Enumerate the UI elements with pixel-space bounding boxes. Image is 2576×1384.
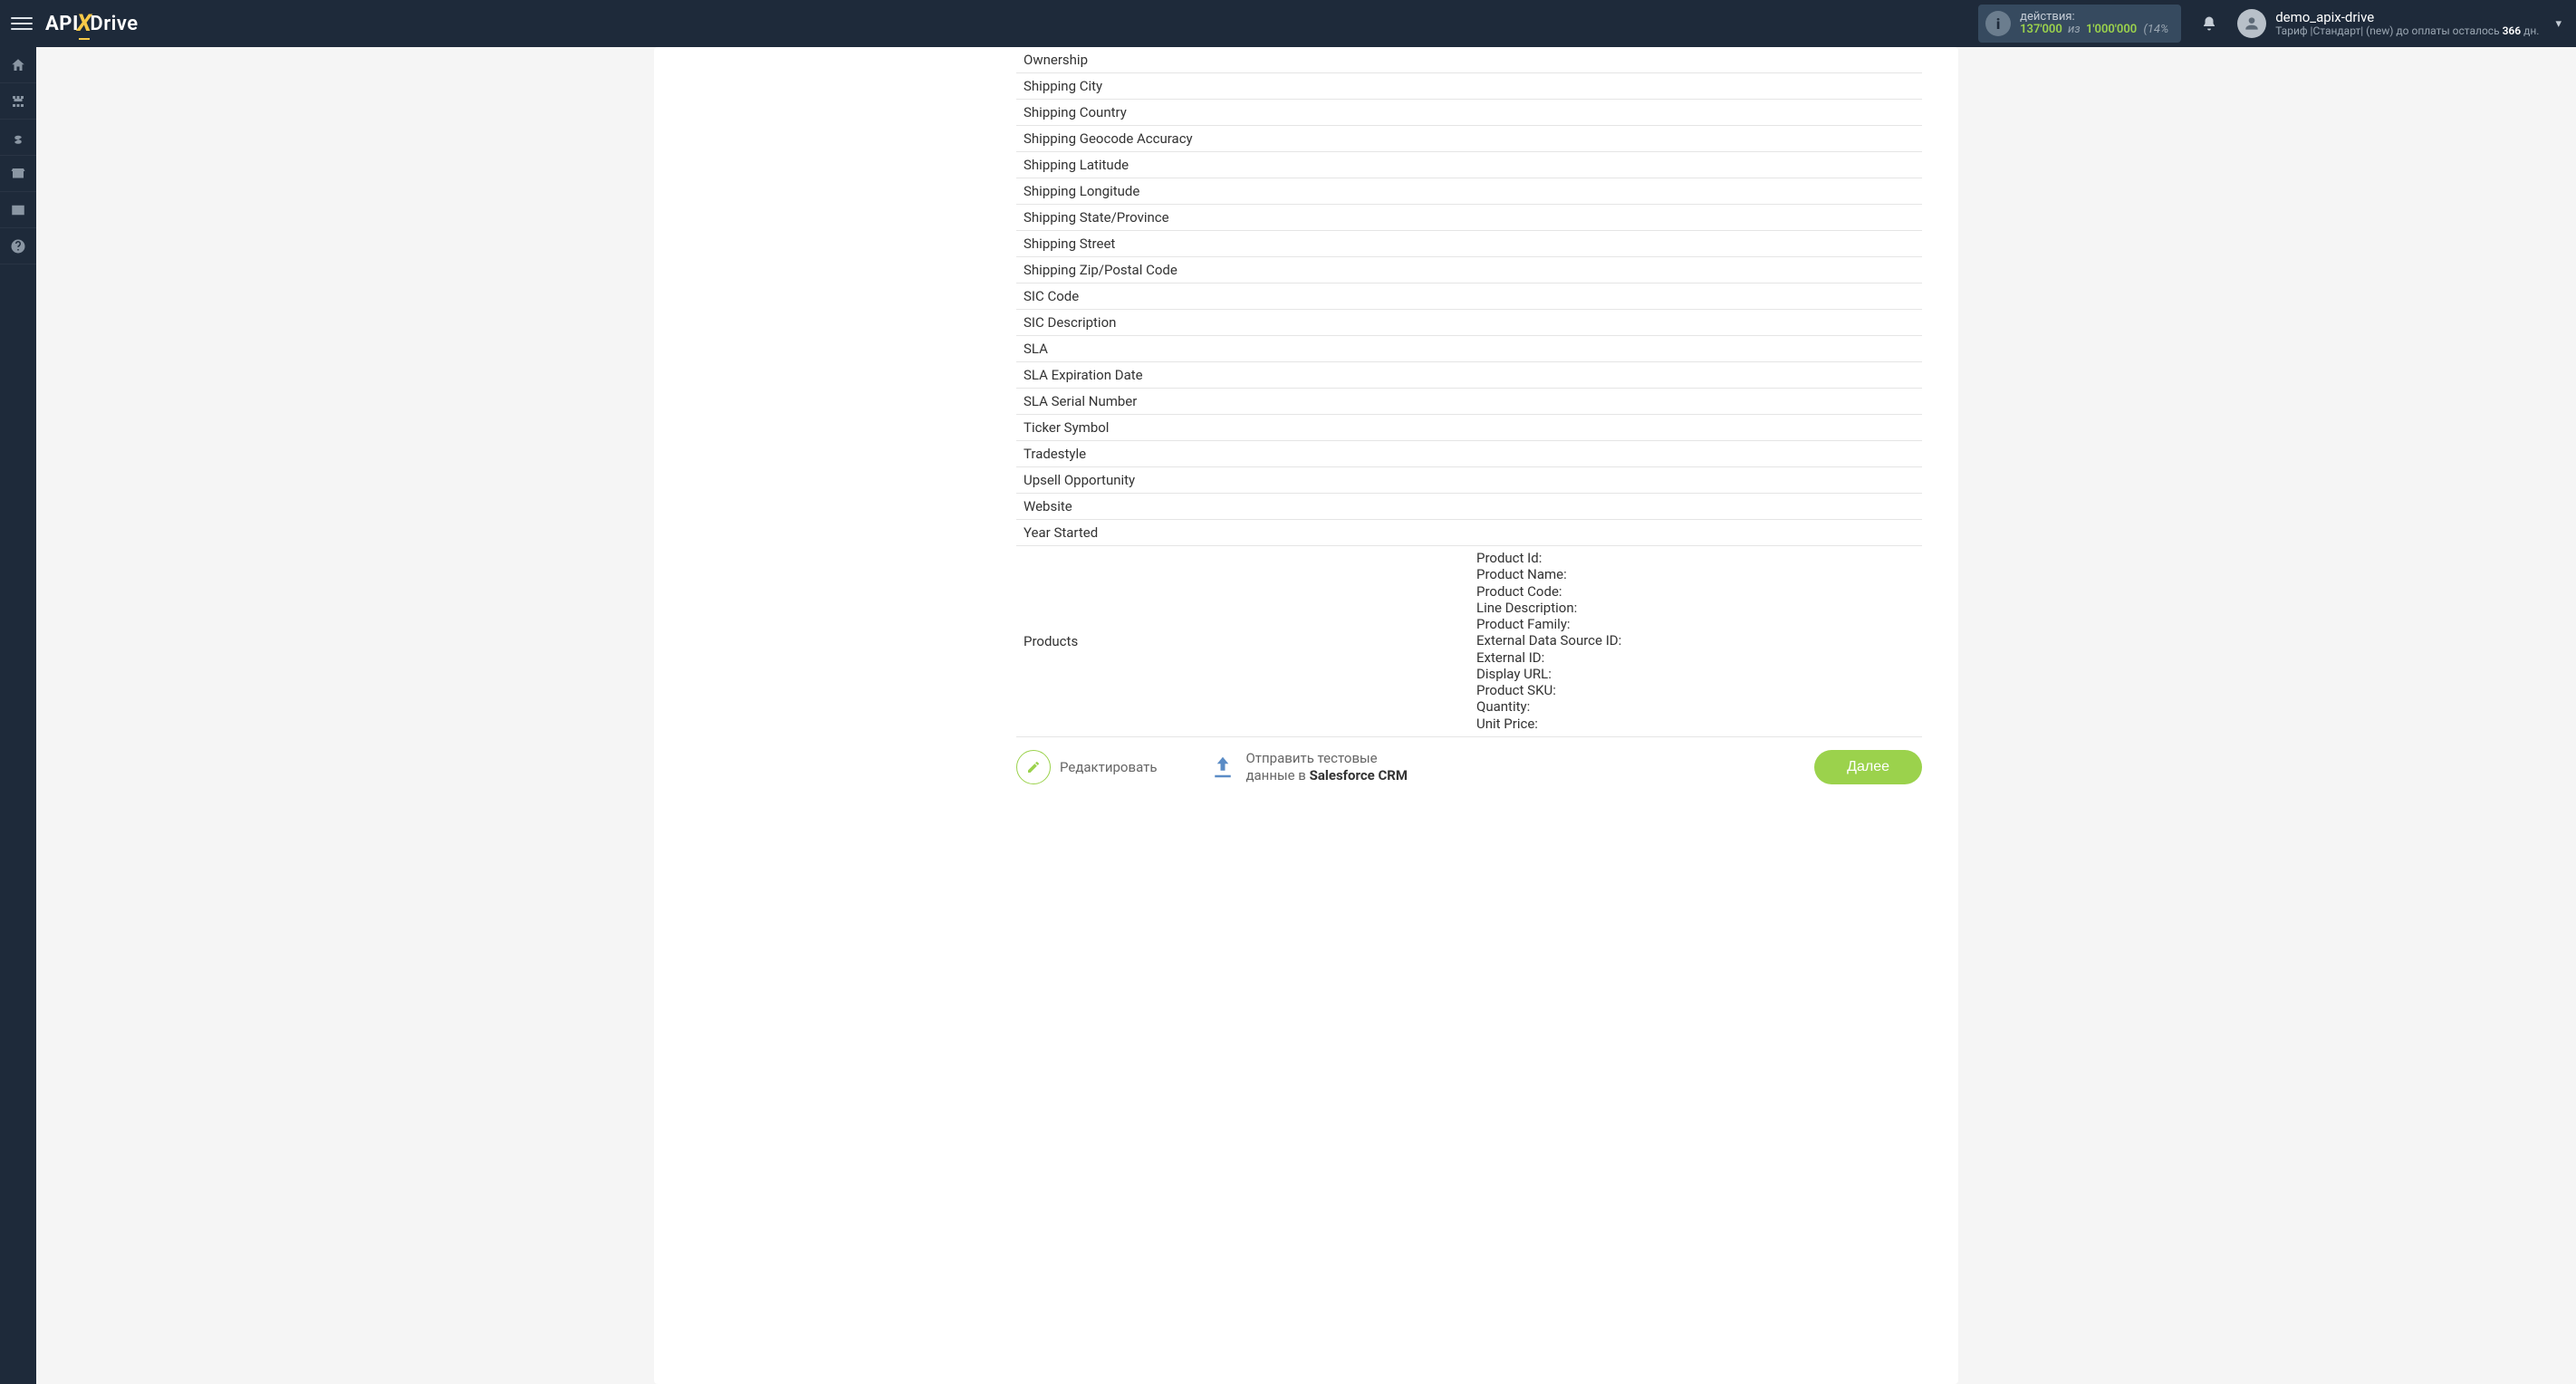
actions-label: действия: bbox=[2020, 11, 2168, 24]
field-row: Shipping Zip/Postal Code bbox=[1016, 257, 1922, 284]
product-line: Product Name: bbox=[1476, 567, 1915, 582]
footer-bar: Редактировать Отправить тестовые данные … bbox=[1016, 737, 1922, 784]
sidebar-item-help[interactable] bbox=[0, 228, 36, 264]
field-label: SLA Expiration Date bbox=[1016, 367, 1469, 383]
field-row-products: ProductsProduct Id:Product Name:Product … bbox=[1016, 546, 1922, 737]
field-row: Shipping Latitude bbox=[1016, 152, 1922, 178]
product-line: Display URL: bbox=[1476, 667, 1915, 682]
field-label: Shipping Country bbox=[1016, 104, 1469, 120]
user-menu[interactable]: demo_apix-drive Тариф |Стандарт| (new) д… bbox=[2237, 9, 2539, 38]
product-line: Product Code: bbox=[1476, 584, 1915, 600]
field-label: Products bbox=[1016, 633, 1469, 649]
field-row: Shipping City bbox=[1016, 73, 1922, 100]
field-label: SLA bbox=[1016, 341, 1469, 357]
main-content: Ownership Shipping City Shipping Country Sh… bbox=[36, 47, 2576, 1384]
field-row: SLA bbox=[1016, 336, 1922, 362]
sidebar-item-home[interactable] bbox=[0, 47, 36, 83]
field-row: Year Started bbox=[1016, 520, 1922, 546]
product-line: External ID: bbox=[1476, 650, 1915, 666]
user-tariff: Тариф |Стандарт| (new) до оплаты осталос… bbox=[2275, 25, 2539, 37]
field-row: Shipping Country bbox=[1016, 100, 1922, 126]
user-name: demo_apix-drive bbox=[2275, 10, 2539, 25]
field-row: SLA Expiration Date bbox=[1016, 362, 1922, 389]
field-label: SIC Description bbox=[1016, 314, 1469, 331]
send-test-button[interactable]: Отправить тестовые данные в Salesforce C… bbox=[1209, 750, 1408, 784]
field-label: Shipping City bbox=[1016, 78, 1469, 94]
actions-usage-pill[interactable]: i действия: 137'000 из 1'000'000 (14% bbox=[1978, 5, 2181, 43]
field-label: Tradestyle bbox=[1016, 446, 1469, 462]
send-test-label: Отправить тестовые данные в Salesforce C… bbox=[1245, 750, 1408, 784]
chevron-down-icon[interactable]: ▾ bbox=[2555, 17, 2562, 31]
edit-label: Редактировать bbox=[1060, 759, 1157, 775]
sidebar bbox=[0, 47, 36, 1384]
actions-numbers: 137'000 из 1'000'000 (14% bbox=[2020, 24, 2168, 36]
avatar bbox=[2237, 9, 2266, 38]
hamburger-menu-icon[interactable] bbox=[11, 13, 33, 34]
header-bar: APIXDrive i действия: 137'000 из 1'000'0… bbox=[0, 0, 2576, 47]
field-row: Ticker Symbol bbox=[1016, 415, 1922, 441]
sidebar-item-connections[interactable] bbox=[0, 83, 36, 120]
field-row: Shipping Longitude bbox=[1016, 178, 1922, 205]
field-row: Shipping Street bbox=[1016, 231, 1922, 257]
field-label: Shipping State/Province bbox=[1016, 209, 1469, 226]
upload-icon bbox=[1209, 754, 1236, 781]
panel: Ownership Shipping City Shipping Country Sh… bbox=[654, 47, 1958, 1384]
pencil-icon bbox=[1016, 750, 1051, 784]
field-row: Website bbox=[1016, 494, 1922, 520]
logo[interactable]: APIXDrive bbox=[45, 10, 139, 37]
next-button[interactable]: Далее bbox=[1814, 750, 1922, 784]
field-label: Website bbox=[1016, 498, 1469, 514]
field-row: SIC Description bbox=[1016, 310, 1922, 336]
field-label: Shipping Longitude bbox=[1016, 183, 1469, 199]
field-row: Shipping Geocode Accuracy bbox=[1016, 126, 1922, 152]
field-label: SIC Code bbox=[1016, 288, 1469, 304]
product-line: Unit Price: bbox=[1476, 716, 1915, 732]
field-label: Upsell Opportunity bbox=[1016, 472, 1469, 488]
field-value-products: Product Id:Product Name: Product Code:Lin… bbox=[1469, 551, 1922, 732]
edit-button[interactable]: Редактировать bbox=[1016, 750, 1157, 784]
field-label: Shipping Geocode Accuracy bbox=[1016, 130, 1469, 147]
field-label: Shipping Zip/Postal Code bbox=[1016, 262, 1469, 278]
fields-table: Ownership Shipping City Shipping Country Sh… bbox=[1016, 47, 1922, 737]
field-label: Shipping Street bbox=[1016, 235, 1469, 252]
field-label: Shipping Latitude bbox=[1016, 157, 1469, 173]
product-line: Quantity: bbox=[1476, 699, 1915, 715]
product-line: Product SKU: bbox=[1476, 683, 1915, 698]
sidebar-item-contacts[interactable] bbox=[0, 192, 36, 228]
product-line: Line Description: bbox=[1476, 601, 1915, 616]
field-label: SLA Serial Number bbox=[1016, 393, 1469, 409]
field-row: Ownership bbox=[1016, 47, 1922, 73]
field-row: Shipping State/Province bbox=[1016, 205, 1922, 231]
field-row: SIC Code bbox=[1016, 284, 1922, 310]
field-row: Upsell Opportunity bbox=[1016, 467, 1922, 494]
field-label: Ticker Symbol bbox=[1016, 419, 1469, 436]
field-label: Ownership bbox=[1016, 52, 1469, 68]
field-row: SLA Serial Number bbox=[1016, 389, 1922, 415]
field-row: Tradestyle bbox=[1016, 441, 1922, 467]
notifications-bell-icon[interactable] bbox=[2190, 5, 2228, 43]
field-label: Year Started bbox=[1016, 524, 1469, 541]
product-line: Product Id: bbox=[1476, 551, 1915, 566]
sidebar-item-billing[interactable] bbox=[0, 120, 36, 156]
sidebar-item-tools[interactable] bbox=[0, 156, 36, 192]
product-line: External Data Source ID: bbox=[1476, 633, 1915, 649]
product-line: Product Family: bbox=[1476, 617, 1915, 632]
info-icon: i bbox=[1985, 11, 2011, 36]
